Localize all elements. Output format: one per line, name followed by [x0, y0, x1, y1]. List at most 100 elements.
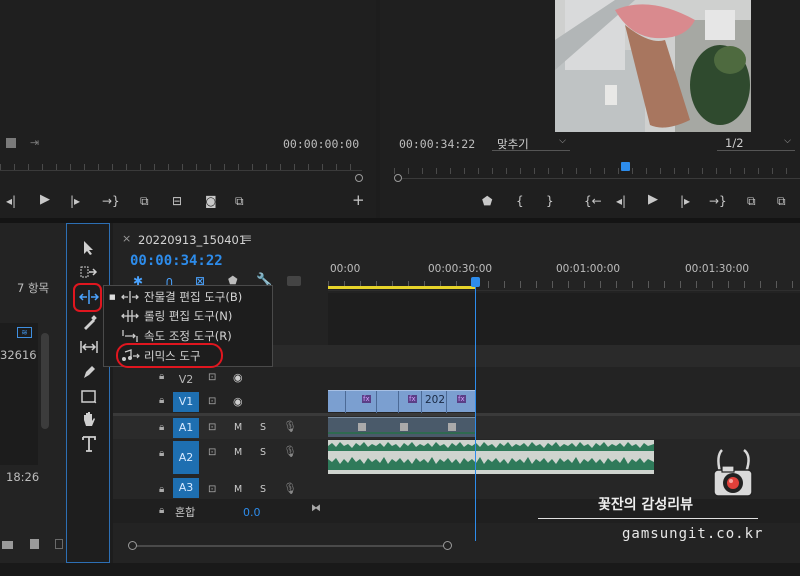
menu-item-ripple-edit[interactable]: ■ 잔물결 편집 도구(B) [104, 287, 272, 307]
export-frame-icon[interactable] [6, 138, 16, 148]
audio-waveform-badge-icon: ≋ [17, 327, 32, 338]
mark-in-icon[interactable]: { [516, 194, 524, 208]
trash-icon[interactable] [55, 539, 63, 549]
go-to-out-icon[interactable]: →} [709, 194, 727, 208]
watermark: 꽃잔의 감성리뷰 gamsungit.co.kr [538, 448, 800, 558]
solo-button[interactable]: S [260, 447, 266, 458]
watermark-title: 꽃잔의 감성리뷰 [598, 497, 694, 513]
fit-dropdown[interactable]: 맞추기 ⌵ [492, 135, 570, 151]
rate-stretch-icon [122, 330, 138, 342]
hand-tool-icon[interactable] [81, 411, 97, 429]
resolution-dropdown-value: 1/2 [725, 136, 744, 150]
audio-clip-a1[interactable] [328, 417, 476, 437]
insert-icon[interactable]: ⧉ [140, 194, 149, 208]
lock-icon[interactable]: 🔒︎ [159, 448, 164, 459]
fx-badge: fx [408, 395, 417, 403]
overwrite-icon[interactable]: ⊟ [172, 194, 182, 208]
clip-duration: 18:26 [6, 470, 40, 484]
go-to-out-icon[interactable]: →} [102, 194, 120, 208]
eye-icon[interactable]: ◉ [233, 371, 243, 384]
selection-tool-icon[interactable] [82, 240, 96, 256]
program-timecode[interactable]: 00:00:34:22 [399, 137, 475, 151]
step-forward-icon[interactable]: |▸ [70, 194, 80, 208]
track-label-v2[interactable]: V2 [173, 370, 199, 390]
program-monitor-panel: 00:00:34:22 맞추기 ⌵ 1/2 ⌵ ⬟ { } {← ◂| ▶ |▸… [380, 0, 800, 218]
go-to-in-icon[interactable]: {← [584, 194, 602, 208]
sync-lock-icon[interactable]: ⊡ [208, 447, 216, 458]
pen-tool-icon[interactable] [81, 364, 97, 380]
mix-value[interactable]: 0.0 [243, 506, 261, 519]
lock-icon[interactable]: 🔒︎ [159, 371, 164, 382]
step-back-icon[interactable]: ◂| [616, 194, 626, 208]
solo-button[interactable]: S [260, 422, 266, 433]
timeline-timecode[interactable]: 00:00:34:22 [130, 253, 223, 269]
work-area-bar[interactable] [328, 286, 476, 289]
ruler-label: 00:00:30:00 [428, 263, 493, 275]
program-scrubber[interactable] [394, 158, 800, 182]
lock-icon[interactable]: 🔒︎ [159, 395, 164, 406]
lock-icon[interactable]: 🔒︎ [159, 484, 164, 495]
program-scrubber-start-handle[interactable] [394, 174, 402, 182]
microphone-icon[interactable]: 🎙︎ [283, 445, 297, 458]
video-clip[interactable]: fx fx fx 202 [328, 390, 476, 413]
lift-icon[interactable]: ⧉ [747, 194, 756, 208]
eye-icon[interactable]: ◉ [233, 395, 243, 408]
track-row-v3 [328, 293, 800, 345]
extract-icon[interactable]: ⧉ [777, 194, 786, 208]
track-label-a3[interactable]: A3 [173, 478, 199, 498]
playhead-line[interactable] [475, 286, 476, 541]
project-clip-thumbnail[interactable] [0, 323, 38, 465]
fx-badge: fx [362, 395, 371, 403]
zoom-handle-right[interactable] [443, 541, 452, 550]
type-tool-icon[interactable] [81, 435, 97, 453]
playhead-marker[interactable] [471, 277, 480, 287]
insert-arrow-icon[interactable]: ⇥ [30, 136, 39, 149]
source-scrubber[interactable] [0, 160, 363, 182]
lock-icon[interactable]: 🔒︎ [159, 422, 164, 433]
sync-lock-icon[interactable]: ⊡ [208, 372, 216, 383]
track-label-v1[interactable]: V1 [173, 392, 199, 412]
sync-lock-icon[interactable]: ⊡ [208, 396, 216, 407]
camera-icon[interactable]: ◙ [205, 194, 217, 208]
sync-lock-icon[interactable]: ⊡ [208, 484, 216, 495]
new-item-icon[interactable] [30, 539, 39, 549]
track-label-a1[interactable]: A1 [173, 418, 199, 438]
mark-out-icon[interactable]: } [546, 194, 554, 208]
sync-lock-icon[interactable]: ⊡ [208, 422, 216, 433]
mute-button[interactable]: M [234, 484, 242, 495]
zoom-handle-left[interactable] [128, 541, 137, 550]
lock-icon[interactable]: 🔒︎ [159, 505, 164, 516]
timeline-zoom-scrollbar[interactable] [128, 541, 452, 551]
add-button-icon[interactable]: + [352, 193, 365, 208]
rectangle-tool-icon[interactable] [81, 390, 97, 404]
close-tab-icon[interactable]: × [122, 232, 131, 245]
project-scrollbar[interactable] [41, 333, 49, 429]
chevron-down-icon: ⌵ [784, 136, 791, 146]
play-icon[interactable]: ▶ [648, 193, 658, 207]
step-back-icon[interactable]: ◂| [6, 194, 16, 208]
new-bin-icon[interactable] [2, 541, 13, 549]
sequence-tab-title[interactable]: 20220913_150401 [138, 233, 246, 247]
source-timecode[interactable]: 00:00:00:00 [283, 137, 359, 151]
track-select-tool-icon[interactable] [80, 265, 98, 279]
play-icon[interactable]: ▶ [40, 193, 50, 207]
microphone-icon[interactable]: 🎙︎ [283, 420, 297, 433]
microphone-icon[interactable]: 🎙︎ [283, 482, 297, 495]
captions-icon[interactable] [287, 276, 301, 286]
add-marker-icon[interactable]: ⬟ [482, 194, 492, 208]
multicam-icon[interactable]: ⧉ [235, 194, 244, 208]
rolling-edit-icon [121, 310, 139, 322]
razor-tool-icon[interactable] [81, 315, 97, 331]
program-playhead-marker[interactable] [621, 162, 630, 171]
source-scrubber-end-handle[interactable] [355, 174, 363, 182]
mute-button[interactable]: M [234, 447, 242, 458]
tab-menu-icon[interactable]: ≡ [242, 231, 252, 245]
mix-end-icon[interactable]: ⧓ [311, 503, 321, 514]
slip-tool-icon[interactable] [79, 340, 99, 354]
track-label-a2[interactable]: A2 [173, 441, 199, 474]
solo-button[interactable]: S [260, 484, 266, 495]
step-forward-icon[interactable]: |▸ [680, 194, 690, 208]
resolution-dropdown[interactable]: 1/2 ⌵ [717, 135, 795, 151]
menu-item-rolling-edit[interactable]: 롤링 편집 도구(N) [104, 306, 272, 326]
mute-button[interactable]: M [234, 422, 242, 433]
